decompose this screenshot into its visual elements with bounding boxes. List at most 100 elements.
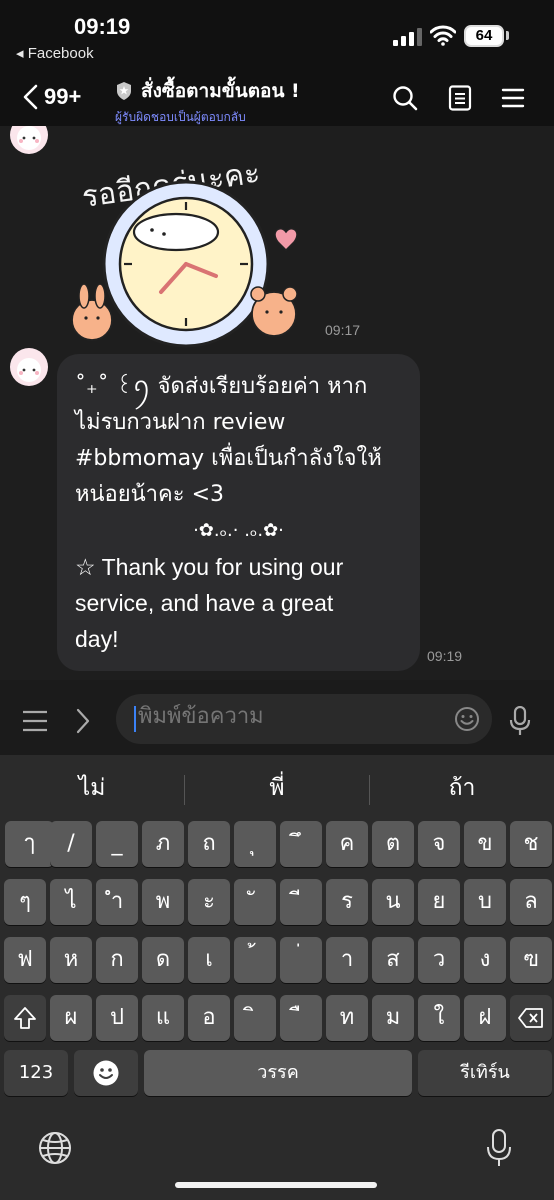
key[interactable]: ฟ (4, 937, 46, 983)
key[interactable]: ุ (234, 821, 276, 867)
space-key[interactable]: วรรค (144, 1050, 412, 1096)
key[interactable]: ก (96, 937, 138, 983)
avatar[interactable] (10, 348, 48, 386)
menu-icon[interactable] (500, 84, 528, 112)
message-bubble[interactable]: ˚₊˚ ꒰ꪆ จัดส่งเรียบร้อยค่า หาก ไม่รบกวนฝา… (57, 354, 420, 671)
suggestion-item[interactable]: พี่ (185, 765, 369, 811)
key[interactable]: ี (280, 879, 322, 925)
emoji-icon[interactable] (454, 706, 480, 732)
message-line: ·✿.ₒ.· .ₒ.✿· (193, 520, 284, 541)
shield-icon (117, 82, 131, 100)
key[interactable]: ท (326, 995, 368, 1041)
battery-nub (506, 31, 509, 40)
battery-indicator: 64 (464, 25, 504, 47)
message-time: 09:19 (427, 648, 463, 664)
key[interactable]: ช (510, 821, 552, 867)
back-button[interactable]: 99+ (22, 84, 81, 110)
microphone-icon[interactable] (509, 706, 531, 736)
key[interactable]: ม (372, 995, 414, 1041)
message-input-field[interactable] (116, 694, 492, 744)
key[interactable]: ร (326, 879, 368, 925)
key[interactable]: อ (188, 995, 230, 1041)
avatar-bunny-icon (17, 358, 41, 382)
shift-icon (14, 1007, 36, 1029)
key[interactable]: ่ (280, 937, 322, 983)
suggestion-bar: ไม่ พี่ ถ้า (0, 765, 554, 811)
return-key[interactable]: รีเทิร์น (418, 1050, 552, 1096)
message-line: ☆ Thank you for using our (75, 554, 344, 580)
key[interactable]: พ (142, 879, 184, 925)
key[interactable]: / (50, 821, 92, 867)
message-line: หน่อยน้าคะ <3 (75, 482, 224, 507)
key[interactable]: ว (418, 937, 460, 983)
text-caret (134, 706, 136, 732)
globe-icon[interactable] (38, 1131, 72, 1165)
key[interactable]: ๆ (4, 879, 46, 925)
avatar[interactable] (10, 126, 48, 154)
wifi-icon (430, 25, 456, 46)
key[interactable]: ำ (96, 879, 138, 925)
backspace-key[interactable] (510, 995, 552, 1041)
message-line: ˚₊˚ ꒰ꪆ จัดส่งเรียบร้อยค่า หาก (75, 374, 368, 399)
key[interactable]: ื (280, 995, 322, 1041)
message-line: ไม่รบกวนฝาก review (75, 410, 286, 435)
key[interactable]: ภ (142, 821, 184, 867)
dictation-mic-icon[interactable] (486, 1129, 512, 1167)
key[interactable]: _ (96, 821, 138, 867)
key[interactable]: ๅ (5, 821, 54, 867)
key[interactable]: ฃ (510, 937, 552, 983)
shift-key[interactable] (4, 995, 46, 1041)
key[interactable]: า (326, 937, 368, 983)
suggestion-item[interactable]: ไม่ (0, 765, 184, 811)
key[interactable]: ง (464, 937, 506, 983)
key[interactable]: ค (326, 821, 368, 867)
emoji-icon (93, 1060, 119, 1086)
key[interactable]: ส (372, 937, 414, 983)
key[interactable]: ห (50, 937, 92, 983)
numbers-key[interactable]: 123 (4, 1050, 68, 1096)
suggestion-item[interactable]: ถ้า (370, 765, 554, 811)
key[interactable]: ข (464, 821, 506, 867)
status-time: 09:19 (74, 14, 131, 39)
key[interactable]: ไ (50, 879, 92, 925)
chat-header: 99+ สั่งซื้อตามขั้นตอน ! ผู้รับผิดชอบเป็… (0, 70, 554, 126)
message-input-bar (0, 680, 554, 755)
avatar-bunny-icon (17, 126, 41, 150)
home-indicator[interactable] (175, 1182, 377, 1188)
key[interactable]: บ (464, 879, 506, 925)
chat-title-area[interactable]: สั่งซื้อตามขั้นตอน ! ผู้รับผิดชอบเป็นผู้… (115, 76, 375, 127)
key[interactable]: ผ (50, 995, 92, 1041)
key[interactable]: ล (510, 879, 552, 925)
back-to-app-link[interactable]: ◂ Facebook (16, 44, 94, 62)
key[interactable]: ฝ (464, 995, 506, 1041)
message-line: day! (75, 626, 119, 652)
key[interactable]: ถ (188, 821, 230, 867)
menu-icon[interactable] (22, 710, 48, 732)
key[interactable]: น (372, 879, 414, 925)
key[interactable]: เ (188, 937, 230, 983)
key[interactable]: ้ (234, 937, 276, 983)
chat-area[interactable]: รออีกครู่นะคะ 09:17 ˚₊˚ ꒰ꪆ จัดส่งเรียบร้… (0, 126, 554, 680)
backspace-icon (518, 1008, 543, 1028)
emoji-key[interactable] (74, 1050, 138, 1096)
key[interactable]: ั (234, 879, 276, 925)
sticker-clock-bunny[interactable]: รออีกครู่นะคะ (66, 152, 316, 348)
message-input[interactable] (138, 704, 438, 729)
key[interactable]: ิ (234, 995, 276, 1041)
key[interactable]: ใ (418, 995, 460, 1041)
unread-count: 99+ (44, 84, 82, 109)
search-icon[interactable] (391, 84, 419, 112)
key[interactable]: ึ (280, 821, 322, 867)
notes-icon[interactable] (446, 84, 474, 112)
key[interactable]: ต (372, 821, 414, 867)
message-line: service, and have a great (75, 590, 334, 616)
key[interactable]: ะ (188, 879, 230, 925)
key[interactable]: ด (142, 937, 184, 983)
chevron-right-icon[interactable] (75, 708, 91, 734)
key[interactable]: ป (96, 995, 138, 1041)
key[interactable]: แ (142, 995, 184, 1041)
message-line: #bbmomay เพื่อเป็นกำลังใจให้ (75, 446, 382, 471)
key[interactable]: จ (418, 821, 460, 867)
chat-title: สั่งซื้อตามขั้นตอน ! (141, 80, 300, 102)
key[interactable]: ย (418, 879, 460, 925)
